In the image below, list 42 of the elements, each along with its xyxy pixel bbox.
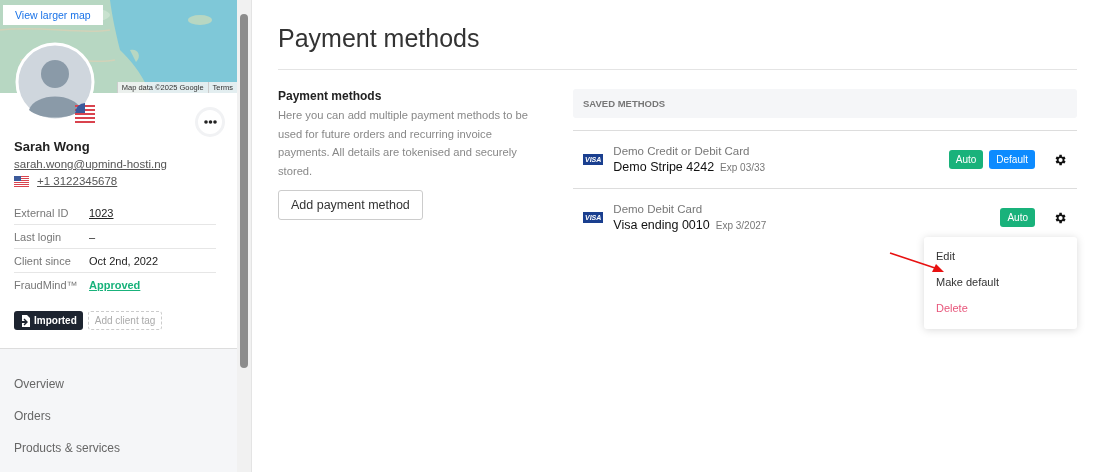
more-button[interactable] xyxy=(195,107,225,137)
method-expiry: Exp 03/33 xyxy=(720,161,766,173)
nav-item[interactable]: Orders xyxy=(14,409,223,427)
flag-icon xyxy=(75,103,95,123)
client-tag: Imported xyxy=(14,311,83,330)
settings-icon xyxy=(1053,152,1067,167)
method-name: Visa ending 0010 xyxy=(613,217,710,232)
menu-item[interactable]: Make default xyxy=(924,270,1077,296)
more-icon xyxy=(203,120,217,124)
section-description: Here you can add multiple payment methods to be used for future orders and recurring invoice payments. All details are tokenised and securely stored. xyxy=(278,108,529,179)
detail-value: Oct 2nd, 2022 xyxy=(89,254,159,267)
detail-value: – xyxy=(89,230,96,243)
nav-item[interactable]: Overview xyxy=(14,377,223,395)
client-name: Sarah Wong xyxy=(14,139,91,154)
detail-label: External ID xyxy=(14,206,70,219)
menu-item[interactable]: Edit xyxy=(924,244,1077,270)
detail-label: Last login xyxy=(14,230,63,243)
settings-icon xyxy=(1053,210,1067,225)
section-heading: Payment methods xyxy=(278,89,383,103)
method-type: Demo Debit Card xyxy=(613,202,704,215)
scrollbar-thumb[interactable] xyxy=(240,14,248,368)
status-badge: Default xyxy=(989,150,1035,169)
flag-icon xyxy=(14,175,29,187)
method-expiry: Exp 3/2027 xyxy=(715,219,767,231)
menu-item[interactable]: Delete xyxy=(924,296,1077,322)
view-larger-map-link[interactable]: View larger map xyxy=(3,5,103,25)
status-badge: Auto xyxy=(1000,208,1035,227)
client-phone[interactable]: +1 3122345678 xyxy=(37,175,118,187)
method-type: Demo Credit or Debit Card xyxy=(613,144,751,157)
status-badge: Auto xyxy=(948,150,984,169)
settings-button[interactable] xyxy=(1053,210,1067,225)
settings-button[interactable] xyxy=(1053,152,1067,167)
client-email[interactable]: sarah.wong@upmind-hosti.ng xyxy=(14,158,167,170)
method-name: Demo Stripe 4242 xyxy=(613,159,715,174)
file-import-icon xyxy=(20,314,30,327)
detail-label: FraudMind™ xyxy=(14,278,79,291)
detail-value[interactable]: 1023 xyxy=(89,206,114,219)
detail-label: Client since xyxy=(14,254,72,267)
saved-methods-header: SAVED METHODS xyxy=(573,89,1077,118)
nav-item[interactable]: Products & services xyxy=(14,441,223,459)
add-payment-method-button[interactable]: Add payment method xyxy=(278,190,423,220)
page-title: Payment methods xyxy=(278,24,1077,70)
